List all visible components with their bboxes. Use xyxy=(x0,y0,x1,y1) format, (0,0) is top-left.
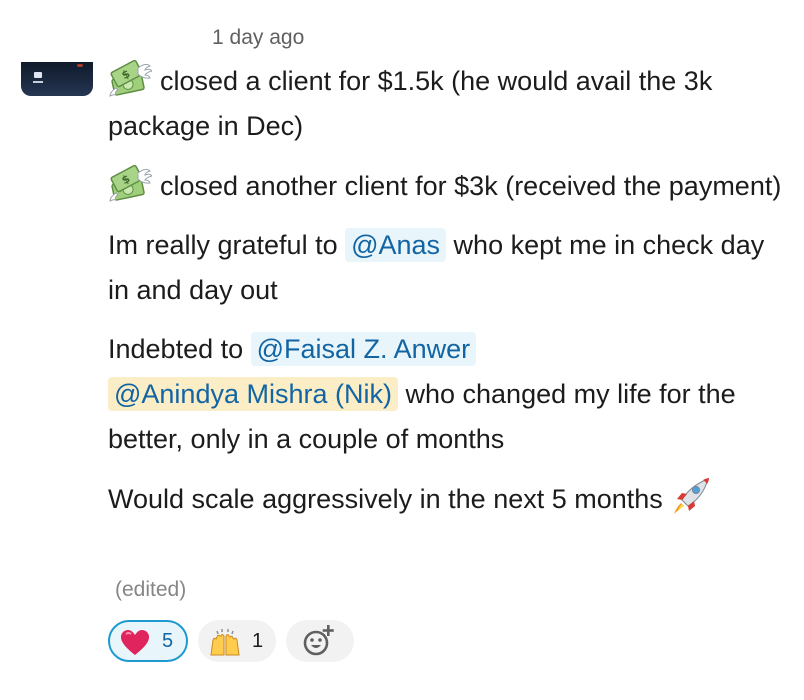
user-mention-faisal[interactable]: @Faisal Z. Anwer xyxy=(250,332,477,366)
rocket-icon xyxy=(670,476,714,516)
red-heart-icon xyxy=(121,630,149,655)
reaction-count: 1 xyxy=(252,630,264,652)
avatar-detail xyxy=(34,72,42,78)
reaction-raising-hands[interactable]: 1 xyxy=(198,620,276,662)
message-paragraph: $ closed a client for $1.5k (he would av… xyxy=(108,58,784,149)
reaction-heart[interactable]: 5 xyxy=(108,620,188,662)
message-paragraph: $ closed another client for $3k (receive… xyxy=(108,163,784,209)
message-paragraph: Im really grateful to @Anas who kept me … xyxy=(108,223,784,313)
message-timestamp[interactable]: 1 day ago xyxy=(212,26,304,50)
add-reaction-button[interactable] xyxy=(286,620,354,662)
user-mention-anindya[interactable]: @Anindya Mishra (Nik) xyxy=(108,377,398,411)
message-text: closed another client for $3k (received … xyxy=(160,171,782,201)
edited-label: (edited) xyxy=(115,578,187,601)
message-text: Would scale aggressively in the next 5 m… xyxy=(108,484,671,514)
message-paragraph: Indebted to @Faisal Z. Anwer @Anindya Mis… xyxy=(108,327,784,462)
money-with-wings-icon: $ xyxy=(108,163,153,203)
reaction-count: 5 xyxy=(162,630,174,652)
avatar-detail xyxy=(77,64,83,67)
message-paragraph: Would scale aggressively in the next 5 m… xyxy=(108,476,784,522)
message-text: Indebted to xyxy=(108,334,251,364)
user-mention-anas[interactable]: @Anas xyxy=(345,228,447,262)
add-emoji-reaction-icon xyxy=(303,625,334,656)
message-text: closed a client for $1.5k (he would avai… xyxy=(108,66,713,141)
money-with-wings-icon: $ xyxy=(108,58,153,98)
raising-hands-icon xyxy=(210,629,240,656)
message-text: Im really grateful to xyxy=(108,230,346,260)
avatar-detail xyxy=(33,81,43,83)
message-body: $ closed a client for $1.5k (he would av… xyxy=(108,58,784,536)
avatar[interactable] xyxy=(21,62,93,96)
